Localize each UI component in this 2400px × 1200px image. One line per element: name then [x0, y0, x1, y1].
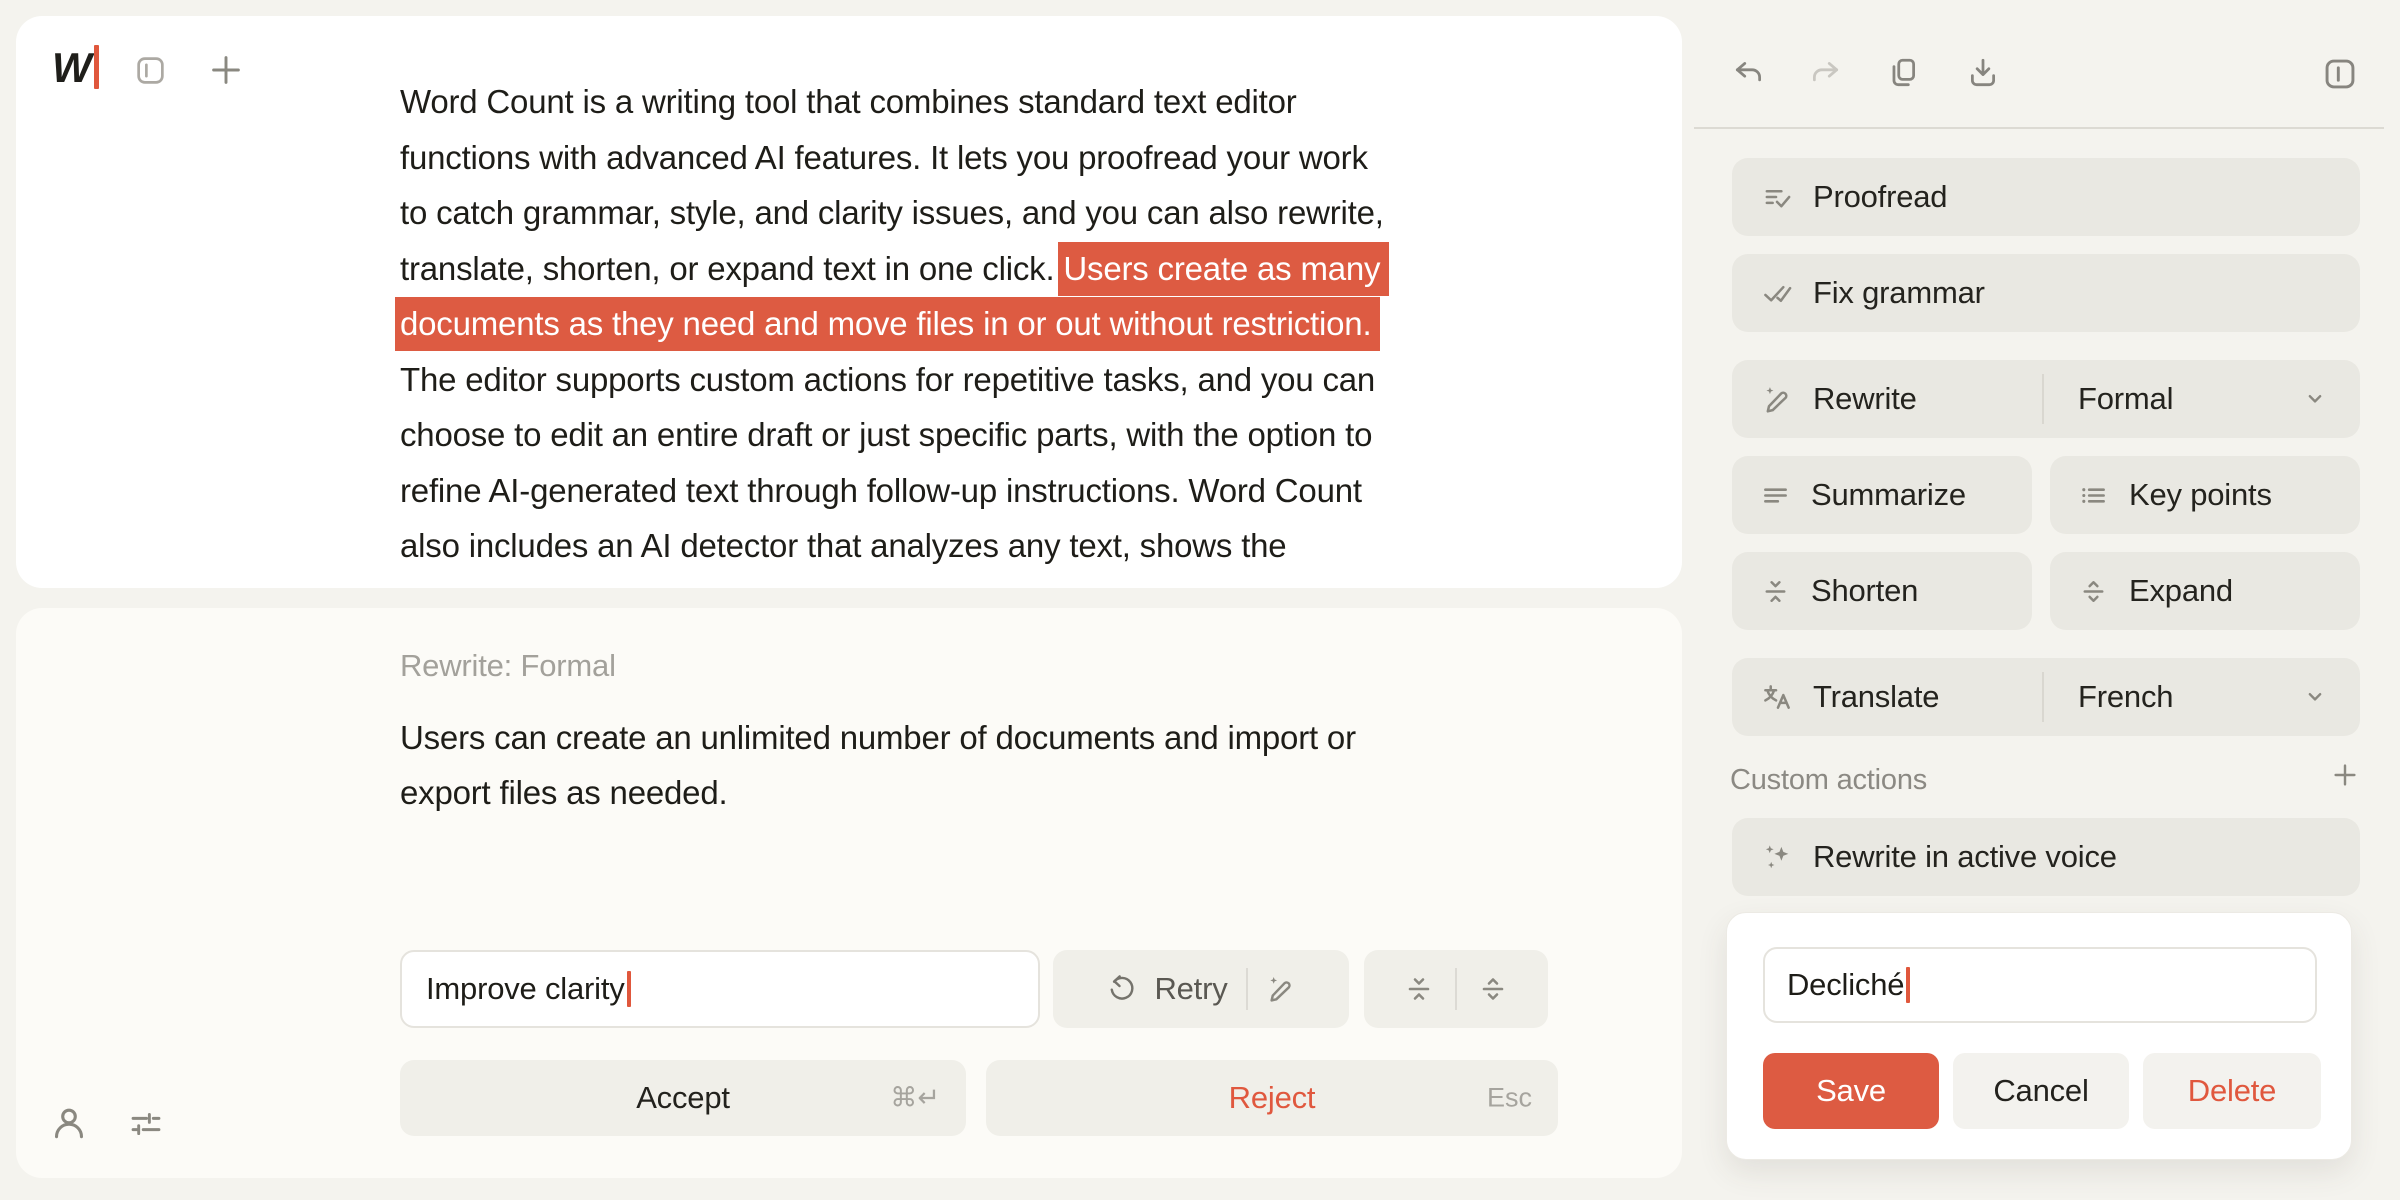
editor-line: to catch grammar, style, and clarity iss… — [400, 185, 1389, 241]
expand-icon — [2078, 576, 2109, 607]
cancel-button[interactable]: Cancel — [1953, 1053, 2129, 1129]
editor-card: W Word Count is a writing tool that comb… — [16, 16, 1682, 588]
retry-group: Retry — [1053, 950, 1349, 1028]
editor-text[interactable]: Word Count is a writing tool that combin… — [400, 74, 1389, 588]
add-custom-action-icon[interactable] — [2330, 760, 2360, 790]
expand-button[interactable]: Expand — [2050, 552, 2360, 630]
editor-line: documents as they need and move files in… — [400, 296, 1389, 352]
accept-shortcut: ⌘↵ — [890, 1083, 940, 1114]
shorten-icon — [1760, 576, 1791, 607]
delete-button[interactable]: Delete — [2143, 1053, 2321, 1129]
chevron-down-icon[interactable] — [2300, 384, 2330, 414]
divider — [2042, 374, 2044, 424]
rewrite-button[interactable]: Rewrite Formal — [1732, 360, 2360, 438]
editor-line: choose to edit an entire draft or just s… — [400, 407, 1389, 463]
divider — [2042, 672, 2044, 722]
editor-line: refine AI-generated text through follow-… — [400, 463, 1389, 519]
chevron-down-icon[interactable] — [2300, 682, 2330, 712]
selected-text-highlight: documents as they need and move files in… — [395, 297, 1380, 351]
double-check-icon — [1762, 278, 1793, 309]
resize-group — [1364, 950, 1548, 1028]
rewrite-style-select[interactable]: Formal — [2078, 381, 2173, 417]
panel-divider — [1694, 127, 2384, 129]
sparkles-icon — [1762, 842, 1793, 873]
list-icon — [2078, 480, 2109, 511]
editor-line: functions with advanced AI features. It … — [400, 130, 1389, 186]
reject-button[interactable]: Reject Esc — [986, 1060, 1558, 1136]
translate-button[interactable]: Translate French — [1732, 658, 2360, 736]
translate-language-select[interactable]: French — [2078, 679, 2173, 715]
selected-text-highlight: Users create as many — [1058, 242, 1389, 296]
account-icon[interactable] — [50, 1104, 88, 1142]
custom-action-editor-popup: Decliché Save Cancel Delete — [1726, 912, 2352, 1160]
pen-sparkle-icon — [1762, 384, 1793, 415]
proofread-button[interactable]: Proofread — [1732, 158, 2360, 236]
save-button[interactable]: Save — [1763, 1053, 1939, 1129]
settings-sliders-icon[interactable] — [128, 1106, 164, 1142]
editor-line: also includes an AI detector that analyz… — [400, 518, 1389, 574]
retry-icon[interactable] — [1106, 974, 1136, 1004]
fix-grammar-button[interactable]: Fix grammar — [1732, 254, 2360, 332]
editor-line: Word Count is a writing tool that combin… — [400, 74, 1389, 130]
divider — [1455, 968, 1457, 1010]
summarize-icon — [1760, 480, 1791, 511]
copy-icon[interactable] — [1886, 56, 1920, 90]
shorten-button[interactable]: Shorten — [1732, 552, 2032, 630]
logo-cursor — [94, 45, 99, 89]
undo-icon[interactable] — [1732, 56, 1766, 90]
app-logo: W — [52, 44, 99, 92]
download-icon[interactable] — [1966, 56, 2000, 90]
editor-line: percentage that was AI-generated, identi… — [400, 574, 1389, 589]
editor-line: The editor supports custom actions for r… — [400, 352, 1389, 408]
followup-instruction-input[interactable]: Improve clarity — [400, 950, 1040, 1028]
redo-icon[interactable] — [1808, 56, 1842, 90]
summarize-button[interactable]: Summarize — [1732, 456, 2032, 534]
sidebar-toggle-icon[interactable] — [134, 54, 167, 87]
divider — [1246, 968, 1248, 1010]
accept-button[interactable]: Accept ⌘↵ — [400, 1060, 966, 1136]
text-cursor — [627, 971, 631, 1007]
key-points-button[interactable]: Key points — [2050, 456, 2360, 534]
action-label: Rewrite: Formal — [400, 648, 616, 684]
text-cursor — [1906, 967, 1910, 1003]
custom-action-name-input[interactable]: Decliché — [1763, 947, 2317, 1023]
reject-shortcut: Esc — [1487, 1083, 1532, 1114]
proofread-icon — [1762, 182, 1793, 213]
new-document-plus-icon[interactable] — [208, 52, 244, 88]
custom-action-item[interactable]: Rewrite in active voice — [1732, 818, 2360, 896]
edit-pen-icon[interactable] — [1266, 974, 1296, 1004]
ai-review-card: Rewrite: Formal Users can create an unli… — [16, 608, 1682, 1178]
custom-actions-title: Custom actions — [1730, 764, 1927, 797]
panel-toggle-icon[interactable] — [2322, 56, 2358, 92]
translate-icon — [1762, 682, 1793, 713]
editor-line: translate, shorten, or expand text in on… — [400, 241, 1389, 297]
shorten-icon[interactable] — [1403, 973, 1435, 1005]
expand-icon[interactable] — [1477, 973, 1509, 1005]
retry-button[interactable]: Retry — [1154, 971, 1227, 1007]
ai-result-text: Users can create an unlimited number of … — [400, 710, 1356, 820]
